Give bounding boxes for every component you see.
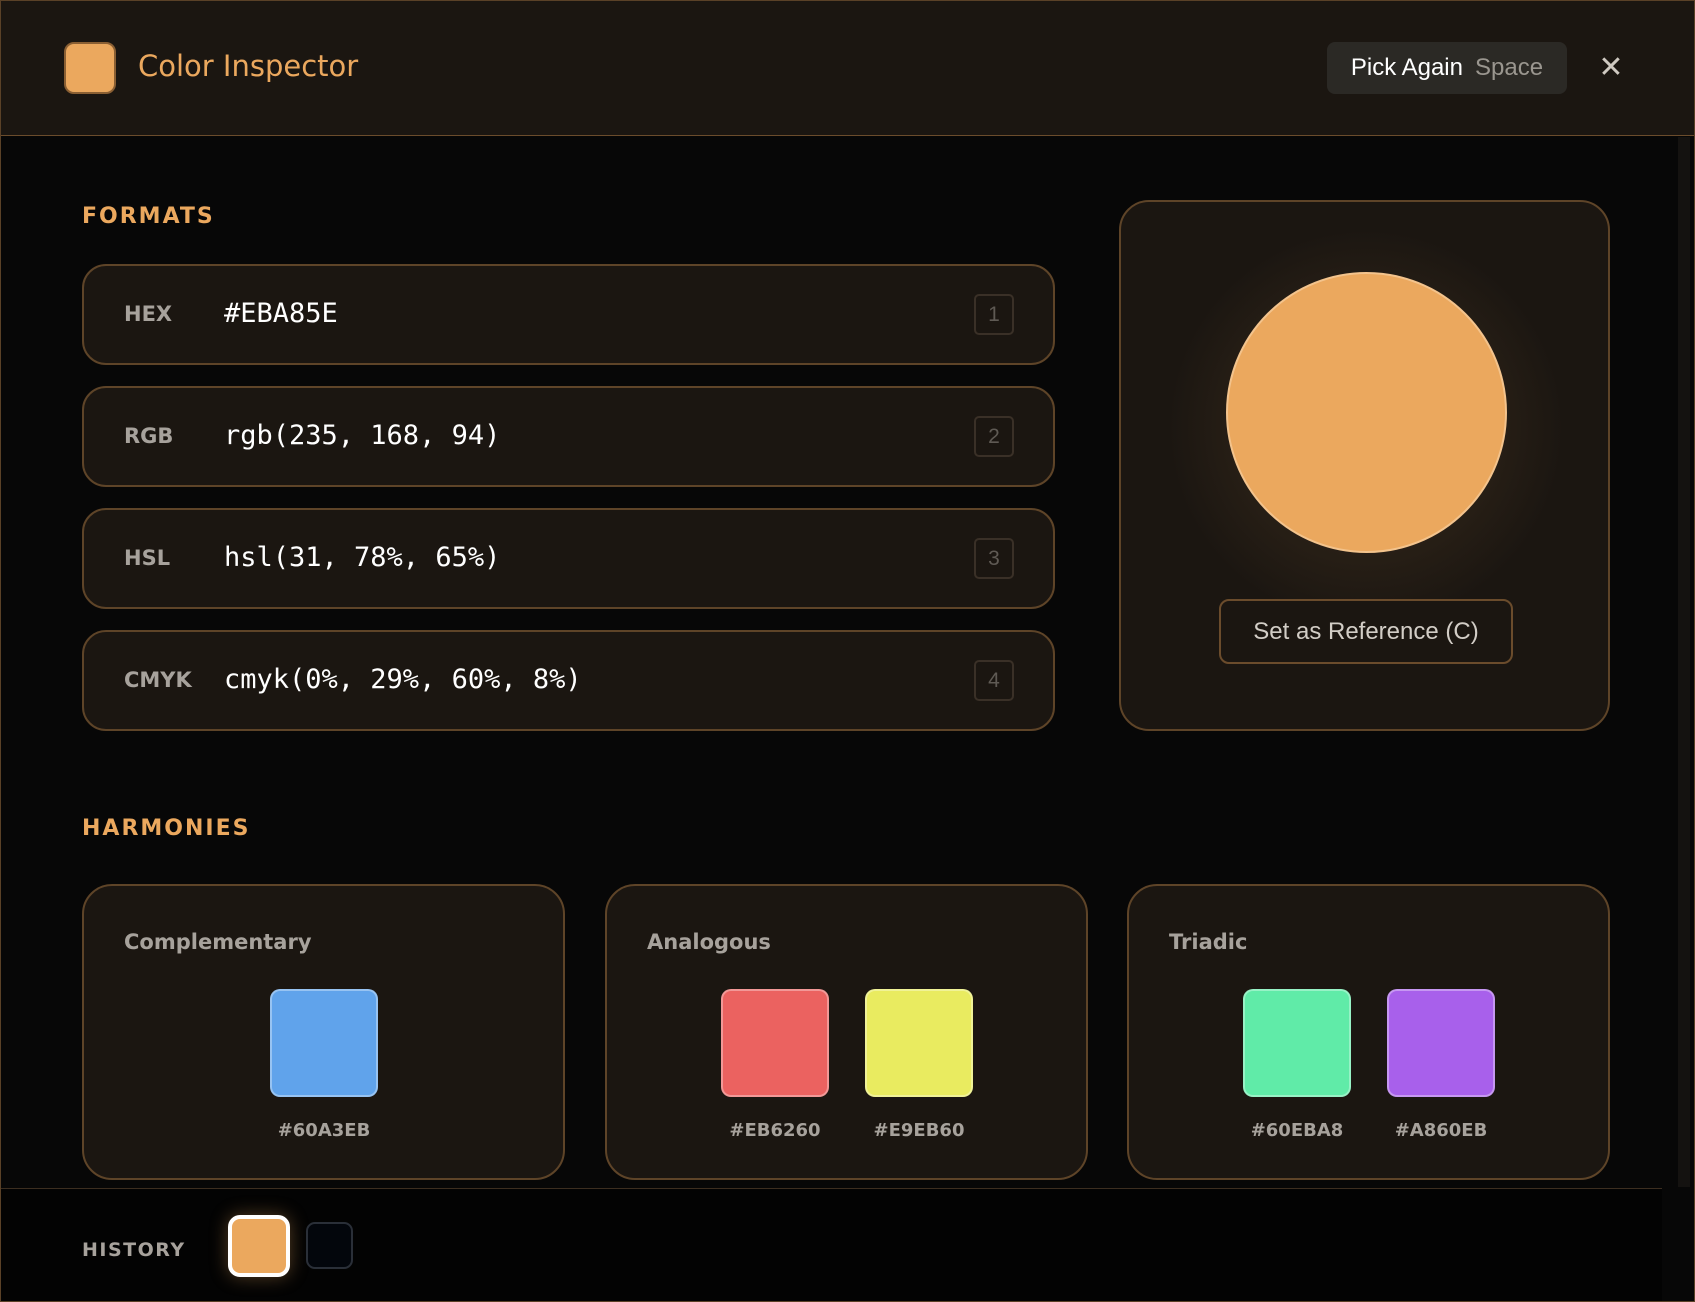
set-reference-button[interactable]: Set as Reference (C) [1219,599,1513,664]
history-swatch[interactable] [306,1222,353,1269]
format-row-cmyk[interactable]: CMYK cmyk(0%, 29%, 60%, 8%) 4 [82,630,1055,731]
format-shortcut-key: 2 [974,416,1014,457]
close-button[interactable]: ✕ [1591,45,1631,89]
harmony-hex: #A860EB [1394,1120,1488,1141]
harmony-swatch[interactable] [721,989,829,1097]
header: Color Inspector Pick Again Space ✕ [1,1,1694,136]
format-row-hex[interactable]: HEX #EBA85E 1 [82,264,1055,365]
format-label: HEX [124,302,173,326]
app-title: Color Inspector [138,49,359,83]
harmony-hex: #EB6260 [729,1120,821,1141]
close-icon: ✕ [1598,49,1624,85]
harmony-name: Triadic [1169,930,1248,954]
harmony-card-triadic: Triadic #60EBA8 #A860EB [1127,884,1610,1180]
harmony-hex: #E9EB60 [873,1120,965,1141]
color-inspector-window: Color Inspector Pick Again Space ✕ FORMA… [0,0,1695,1302]
harmony-hex: #60A3EB [277,1120,371,1141]
formats-title: FORMATS [82,204,215,229]
format-value[interactable]: #EBA85E [224,298,338,329]
history-swatch-active[interactable] [228,1215,290,1277]
format-label: HSL [124,546,171,570]
color-preview-card: Set as Reference (C) [1119,200,1610,731]
scrollbar[interactable] [1678,137,1690,1187]
harmonies-title: HARMONIES [82,816,251,841]
harmony-swatch[interactable] [1387,989,1495,1097]
format-shortcut-key: 3 [974,538,1014,579]
harmony-swatch[interactable] [865,989,973,1097]
format-label: RGB [124,424,174,448]
format-value[interactable]: rgb(235, 168, 94) [224,420,500,451]
format-row-rgb[interactable]: RGB rgb(235, 168, 94) 2 [82,386,1055,487]
pick-again-button[interactable]: Pick Again Space [1327,42,1567,94]
history-label: HISTORY [82,1239,186,1261]
harmony-card-complementary: Complementary #60A3EB [82,884,565,1180]
history-bar: HISTORY [1,1188,1662,1301]
harmony-swatch[interactable] [270,989,378,1097]
harmony-name: Analogous [647,930,771,954]
current-color-swatch [64,42,116,94]
format-shortcut-key: 1 [974,294,1014,335]
format-label: CMYK [124,668,192,692]
color-preview-circle [1226,272,1507,553]
pick-again-label: Pick Again [1350,54,1463,81]
pick-again-shortcut: Space [1475,54,1544,81]
format-shortcut-key: 4 [974,660,1014,701]
harmony-hex: #60EBA8 [1250,1120,1344,1141]
format-value[interactable]: cmyk(0%, 29%, 60%, 8%) [224,664,582,695]
harmony-card-analogous: Analogous #EB6260 #E9EB60 [605,884,1088,1180]
format-value[interactable]: hsl(31, 78%, 65%) [224,542,500,573]
format-row-hsl[interactable]: HSL hsl(31, 78%, 65%) 3 [82,508,1055,609]
harmony-name: Complementary [124,930,312,954]
harmony-swatch[interactable] [1243,989,1351,1097]
